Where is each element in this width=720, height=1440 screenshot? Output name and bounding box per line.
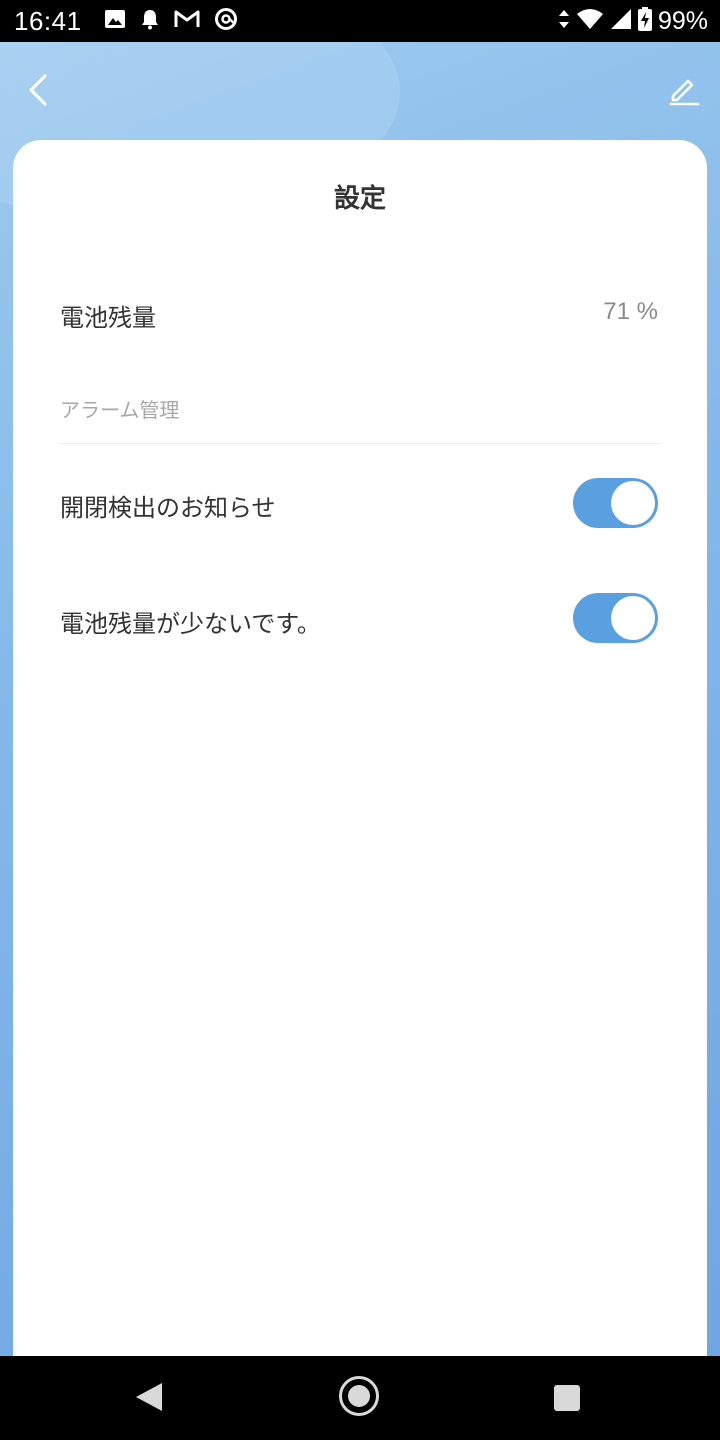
status-system-icons: 99% [558,6,708,36]
toggle-knob [611,596,655,640]
nav-home-icon[interactable] [339,1376,379,1416]
nav-home-dot [348,1385,370,1407]
toggle-knob [611,481,655,525]
battery-level-label: 電池残量 [60,304,156,332]
open-close-notification-label: 開閉検出のお知らせ [60,494,276,522]
edit-button[interactable] [664,70,704,114]
pencil-icon [668,74,700,110]
notification-bell-icon [140,8,160,34]
nav-back-icon[interactable] [136,1383,162,1411]
low-battery-label: 電池残量が少ないです。 [60,610,321,638]
wifi-icon [576,8,604,34]
status-bar: 16:41 99% [0,0,720,42]
status-notification-icons [104,8,238,34]
status-time: 16:41 [14,6,82,36]
battery-percentage: 99% [657,6,708,35]
at-sign-icon [214,7,238,35]
cell-signal-icon [610,8,632,34]
low-battery-toggle[interactable] [573,593,658,643]
battery-level-value: 71 % [603,298,658,325]
nav-recents-icon[interactable] [554,1385,580,1411]
page-title: 設定 [333,184,386,214]
alarm-section-header: アラーム管理 [60,398,180,422]
open-close-notification-toggle[interactable] [573,478,658,528]
data-arrows-icon [558,8,570,34]
section-divider [60,443,660,444]
gmail-icon [174,8,200,34]
back-button[interactable] [18,70,58,114]
battery-charging-icon [637,7,652,35]
chevron-left-icon [27,73,49,111]
image-icon [104,8,126,34]
